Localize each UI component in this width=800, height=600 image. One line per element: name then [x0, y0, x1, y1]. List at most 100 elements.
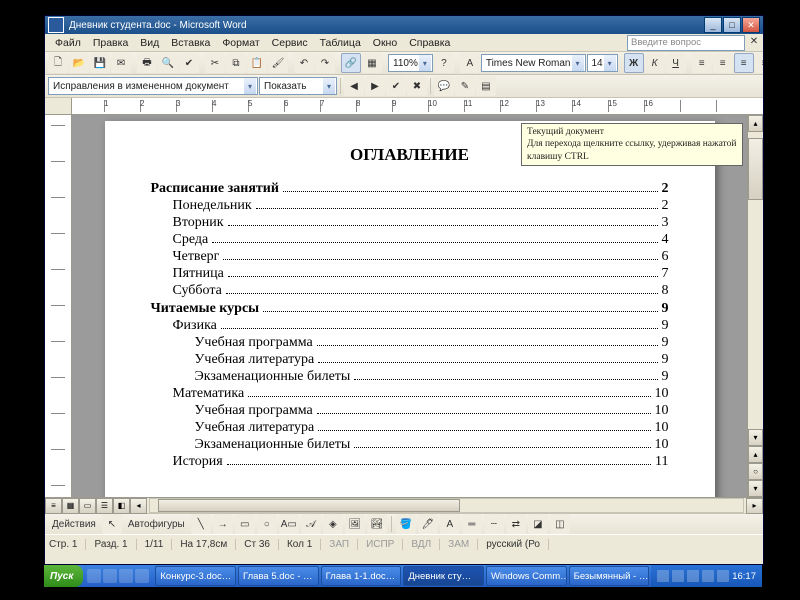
accept-icon[interactable]: ✔ — [386, 76, 406, 96]
toc-entry[interactable]: Учебная литература10 — [151, 420, 669, 436]
close-button[interactable]: ✕ — [742, 17, 760, 33]
italic-icon[interactable]: К — [645, 53, 665, 73]
cut-icon[interactable]: ✂ — [205, 53, 225, 73]
toc-entry[interactable]: Расписание занятий2 — [151, 181, 669, 197]
menu-help[interactable]: Справка — [403, 37, 456, 49]
toc-entry[interactable]: Экзаменационные билеты9 — [151, 369, 669, 385]
toc-entry[interactable]: История11 — [151, 454, 669, 470]
vertical-scrollbar[interactable]: ▴ ▾ ▴ ○ ▾ — [747, 115, 763, 497]
prev-change-icon[interactable]: ◀ — [344, 76, 364, 96]
redo-icon[interactable]: ↷ — [315, 53, 335, 73]
start-button[interactable]: Пуск — [44, 565, 83, 587]
paste-icon[interactable]: 📋 — [247, 53, 267, 73]
format-painter-icon[interactable]: 🖌 — [268, 53, 288, 73]
reject-icon[interactable]: ✖ — [407, 76, 427, 96]
maximize-button[interactable]: □ — [723, 17, 741, 33]
scroll-down-icon[interactable]: ▾ — [748, 429, 763, 446]
status-language[interactable]: русский (Ро — [486, 539, 549, 550]
align-left-icon[interactable]: ≡ — [692, 53, 712, 73]
reading-view-icon[interactable]: ◧ — [113, 498, 130, 514]
show-combo[interactable]: Показать — [259, 77, 337, 95]
toc-entry[interactable]: Учебная программа10 — [151, 403, 669, 419]
select-icon[interactable]: ↖ — [102, 514, 122, 534]
diagram-icon[interactable]: ◈ — [323, 514, 343, 534]
arrow-style-icon[interactable]: ⇄ — [506, 514, 526, 534]
scroll-right-icon[interactable]: ▸ — [746, 498, 763, 514]
horizontal-ruler[interactable]: 12345678910111213141516 — [45, 98, 763, 115]
hyperlink-icon[interactable]: 🔗 — [341, 53, 361, 73]
menu-file[interactable]: Файл — [49, 37, 87, 49]
line-style-icon[interactable]: ═ — [462, 514, 482, 534]
tray-icon[interactable] — [687, 570, 699, 582]
toc-entry[interactable]: Суббота8 — [151, 283, 669, 299]
menu-tools[interactable]: Сервис — [266, 37, 314, 49]
clipart-icon[interactable]: 🖼 — [345, 514, 365, 534]
bold-icon[interactable]: Ж — [624, 53, 644, 73]
spell-icon[interactable]: ✔ — [179, 53, 199, 73]
taskbar-task[interactable]: Windows Comm… — [486, 566, 567, 586]
menu-window[interactable]: Окно — [367, 37, 403, 49]
toc-entry[interactable]: Учебная литература9 — [151, 352, 669, 368]
taskbar-task[interactable]: Конкурс-3.doс… — [155, 566, 236, 586]
tables-icon[interactable]: ▦ — [362, 53, 382, 73]
menu-insert[interactable]: Вставка — [165, 37, 216, 49]
tray-icon[interactable] — [717, 570, 729, 582]
preview-icon[interactable]: 🔍 — [158, 53, 178, 73]
print-view-icon[interactable]: ▭ — [79, 498, 96, 514]
toc-entry[interactable]: Математика10 — [151, 386, 669, 402]
web-view-icon[interactable]: ▦ — [62, 498, 79, 514]
prev-page-icon[interactable]: ▴ — [748, 446, 763, 463]
outline-view-icon[interactable]: ☰ — [96, 498, 113, 514]
track-display-combo[interactable]: Исправления в измененном документ — [48, 77, 258, 95]
ql-icon[interactable] — [119, 569, 133, 583]
mail-icon[interactable]: ✉ — [111, 53, 131, 73]
toc-entry[interactable]: Учебная программа9 — [151, 335, 669, 351]
minimize-button[interactable]: _ — [704, 17, 722, 33]
align-center-icon[interactable]: ≡ — [713, 53, 733, 73]
menu-edit[interactable]: Правка — [87, 37, 134, 49]
toc-entry[interactable]: Четверг6 — [151, 249, 669, 265]
scroll-thumb[interactable] — [748, 138, 763, 200]
menu-table[interactable]: Таблица — [314, 37, 367, 49]
tray-icon[interactable] — [672, 570, 684, 582]
hscroll-thumb[interactable] — [158, 499, 460, 512]
scroll-up-icon[interactable]: ▴ — [748, 115, 763, 132]
font-color2-icon[interactable]: A — [440, 514, 460, 534]
draw-actions-menu[interactable]: Действия — [48, 519, 100, 530]
toc-entry[interactable]: Понедельник2 — [151, 198, 669, 214]
zoom-combo[interactable]: 110% — [388, 54, 433, 72]
arrow-icon[interactable]: → — [213, 514, 233, 534]
size-combo[interactable]: 14 — [587, 54, 618, 72]
track-changes-icon[interactable]: ✎ — [455, 76, 475, 96]
picture-icon[interactable]: 🏞 — [367, 514, 387, 534]
tray-icon[interactable] — [702, 570, 714, 582]
3d-icon[interactable]: ◫ — [550, 514, 570, 534]
wordart-icon[interactable]: 𝒜 — [301, 514, 321, 534]
ql-icon[interactable] — [87, 569, 101, 583]
copy-icon[interactable]: ⧉ — [226, 53, 246, 73]
scroll-left-icon[interactable]: ◂ — [130, 498, 147, 514]
dash-style-icon[interactable]: ┄ — [484, 514, 504, 534]
toc-entry[interactable]: Читаемые курсы9 — [151, 301, 669, 317]
taskbar-task[interactable]: Глава 1-1.doс… — [321, 566, 402, 586]
oval-icon[interactable]: ○ — [257, 514, 277, 534]
taskbar-task[interactable]: Глава 5.doс - … — [238, 566, 319, 586]
normal-view-icon[interactable]: ≡ — [45, 498, 62, 514]
comment-icon[interactable]: 💬 — [434, 76, 454, 96]
toc-entry[interactable]: Экзаменационные билеты10 — [151, 437, 669, 453]
ql-icon[interactable] — [135, 569, 149, 583]
textbox-icon[interactable]: A▭ — [279, 514, 299, 534]
toc-entry[interactable]: Пятница7 — [151, 266, 669, 282]
line-icon[interactable]: ╲ — [191, 514, 211, 534]
undo-icon[interactable]: ↶ — [294, 53, 314, 73]
reviewing-pane-icon[interactable]: ▤ — [476, 76, 496, 96]
print-icon[interactable]: 🖶 — [137, 53, 157, 73]
taskbar-task[interactable]: Дневник сту… — [403, 566, 484, 586]
rect-icon[interactable]: ▭ — [235, 514, 255, 534]
next-change-icon[interactable]: ▶ — [365, 76, 385, 96]
save-icon[interactable]: 💾 — [90, 53, 110, 73]
help-icon[interactable]: ? — [434, 53, 454, 73]
underline-icon[interactable]: Ч — [666, 53, 686, 73]
autoshapes-menu[interactable]: Автофигуры — [124, 519, 189, 530]
shadow-icon[interactable]: ◪ — [528, 514, 548, 534]
